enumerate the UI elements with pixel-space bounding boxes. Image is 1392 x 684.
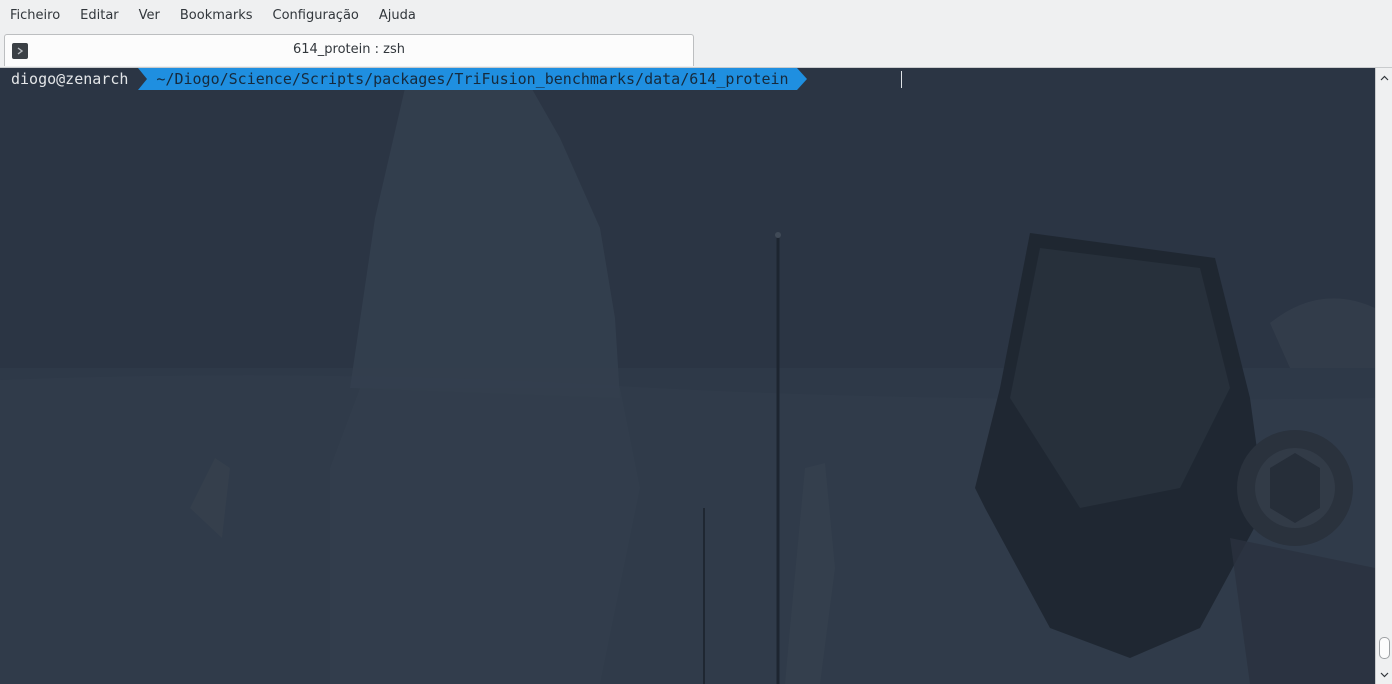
terminal-view[interactable]: diogo@zenarch ~/Diogo/Science/Scripts/pa… bbox=[0, 68, 1375, 684]
menu-ficheiro[interactable]: Ficheiro bbox=[0, 0, 70, 31]
chevron-down-icon[interactable] bbox=[1379, 669, 1390, 680]
tab-zsh[interactable]: 614_protein : zsh bbox=[4, 34, 694, 66]
text-cursor bbox=[901, 71, 902, 88]
menu-editar[interactable]: Editar bbox=[70, 0, 129, 31]
scrollbar-handle[interactable] bbox=[1379, 637, 1390, 659]
prompt-path-segment: ~/Diogo/Science/Scripts/packages/TriFusi… bbox=[138, 68, 807, 90]
wallpaper-image bbox=[0, 68, 1375, 684]
menu-bar: Ficheiro Editar Ver Bookmarks Configuraç… bbox=[0, 0, 1392, 31]
prompt-user: diogo@zenarch bbox=[11, 70, 129, 88]
powerline-separator-right bbox=[796, 68, 807, 90]
tab-bar: 614_protein : zsh bbox=[0, 31, 1392, 68]
tab-title: 614_protein : zsh bbox=[292, 42, 405, 57]
vertical-scrollbar[interactable] bbox=[1375, 68, 1392, 684]
chevron-up-icon[interactable] bbox=[1379, 72, 1390, 83]
powerline-separator-left bbox=[138, 68, 148, 90]
menu-ajuda[interactable]: Ajuda bbox=[369, 0, 426, 31]
menu-bookmarks[interactable]: Bookmarks bbox=[170, 0, 263, 31]
shell-prompt: diogo@zenarch ~/Diogo/Science/Scripts/pa… bbox=[0, 68, 807, 90]
menu-configuracao[interactable]: Configuração bbox=[263, 0, 369, 31]
menu-ver[interactable]: Ver bbox=[129, 0, 170, 31]
prompt-path: ~/Diogo/Science/Scripts/packages/TriFusi… bbox=[138, 68, 797, 90]
